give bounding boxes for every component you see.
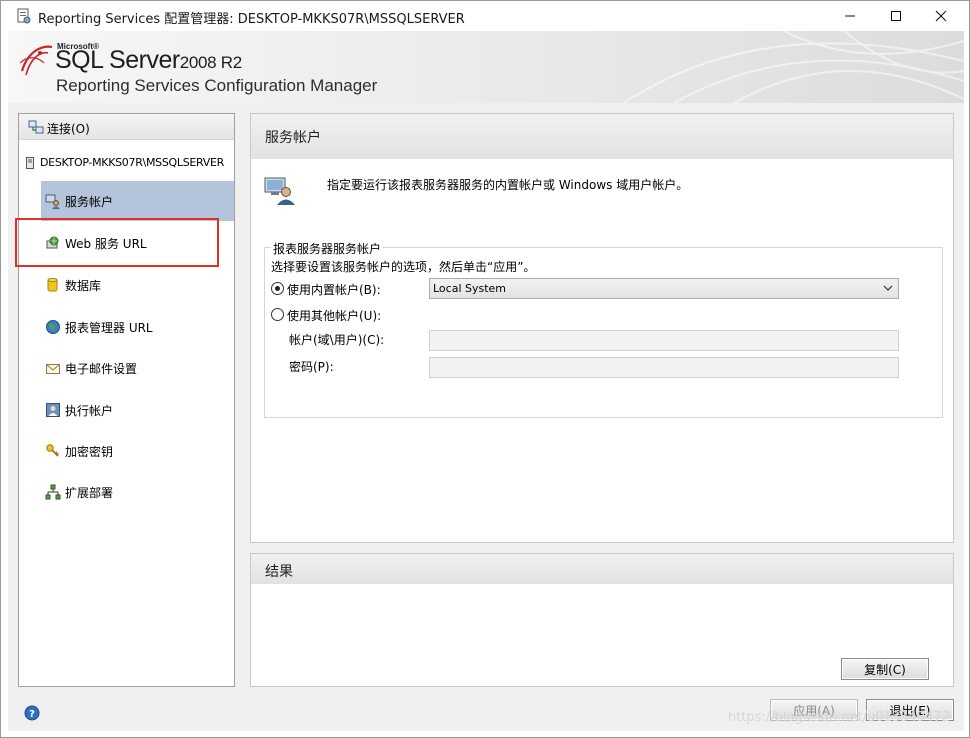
sidebar-item-label: 数据库 (65, 278, 102, 293)
account-field-label: 帐户(域\用户)(C): (289, 333, 385, 347)
sidebar-item-label: 服务帐户 (65, 194, 114, 209)
results-panel: 结果 复制(C) (250, 553, 954, 687)
account-field[interactable] (429, 330, 899, 351)
connect-label: 连接(O) (47, 122, 90, 136)
maximize-button[interactable] (873, 1, 919, 31)
builtin-account-radio[interactable] (271, 282, 284, 295)
results-header: 结果 (251, 554, 953, 584)
service-account-icon (45, 194, 60, 209)
sidebar-item-label: 电子邮件设置 (65, 361, 138, 376)
minimize-button[interactable] (827, 1, 873, 31)
copy-button[interactable]: 复制(C) (841, 658, 929, 680)
groupbox-instruction: 选择要设置该服务帐户的选项，然后单击“应用”。 (271, 260, 536, 274)
maximize-icon (891, 11, 901, 21)
sidebar-item-label: 执行帐户 (65, 403, 114, 418)
sidebar-item-email-settings[interactable]: 电子邮件设置 (41, 348, 234, 388)
window-title: Reporting Services 配置管理器: DESKTOP-MKKS07… (38, 12, 465, 27)
exit-button[interactable]: 退出(E) (866, 699, 954, 721)
sidebar-item-report-manager-url[interactable]: 报表管理器 URL (41, 307, 234, 347)
password-field-label: 密码(P): (289, 360, 334, 374)
sidebar-item-scale-out-deployment[interactable]: 扩展部署 (41, 472, 234, 512)
close-button[interactable] (918, 1, 964, 31)
sidebar-item-label: 报表管理器 URL (65, 320, 153, 335)
page-description: 指定要运行该报表服务器服务的内置帐户或 Windows 域用户帐户。 (327, 178, 689, 192)
panel-header: 服务帐户 (251, 114, 953, 159)
password-field[interactable] (429, 357, 899, 378)
apply-button[interactable]: 应用(A) (770, 699, 858, 721)
database-icon (47, 278, 58, 292)
server-node[interactable]: DESKTOP-MKKS07R\MSSQLSERVER (26, 156, 224, 169)
product-name: SQL Server2008 R2 (55, 46, 242, 75)
sidebar-item-label: 加密密钥 (65, 444, 114, 459)
sidebar-item-database[interactable]: 数据库 (41, 265, 234, 305)
navigation-pane: 连接(O) DESKTOP-MKKS07R\MSSQLSERVER 服务帐户 W… (18, 113, 235, 687)
banner-swirl-graphic (623, 31, 964, 103)
help-icon[interactable]: ? (24, 705, 40, 721)
connect-button[interactable]: 连接(O) (19, 114, 234, 140)
close-icon (935, 10, 947, 22)
results-title: 结果 (265, 564, 293, 580)
product-banner: Microsoft® SQL Server2008 R2 Reporting S… (8, 31, 964, 103)
page-title: 服务帐户 (265, 130, 321, 146)
chevron-down-icon (883, 285, 893, 291)
key-icon (46, 444, 60, 457)
email-icon (46, 364, 60, 374)
sidebar-item-label: 扩展部署 (65, 485, 114, 500)
other-account-label: 使用其他帐户(U): (287, 309, 382, 323)
globe-icon (46, 320, 60, 334)
service-account-panel: 服务帐户 指定要运行该报表服务器服务的内置帐户或 Windows 域用户帐户。 … (250, 113, 954, 543)
banner-subtitle: Reporting Services Configuration Manager (56, 76, 378, 95)
content-area: 连接(O) DESKTOP-MKKS07R\MSSQLSERVER 服务帐户 W… (8, 103, 964, 731)
builtin-account-value: Local System (433, 282, 507, 295)
groupbox-title: 报表服务器服务帐户 (271, 240, 384, 257)
builtin-account-label: 使用内置帐户(B): (287, 283, 381, 297)
sidebar-item-service-account[interactable]: 服务帐户 (41, 181, 234, 221)
product-label: SQL Server (55, 46, 180, 74)
title-bar: Reporting Services 配置管理器: DESKTOP-MKKS07… (1, 1, 969, 31)
server-label: DESKTOP-MKKS07R\MSSQLSERVER (40, 156, 224, 169)
svg-text:?: ? (29, 709, 35, 720)
execution-account-icon (46, 403, 60, 417)
minimize-icon (845, 15, 855, 17)
scale-out-icon (45, 484, 61, 500)
config-manager-window: Reporting Services 配置管理器: DESKTOP-MKKS07… (0, 0, 970, 738)
sidebar-item-execution-account[interactable]: 执行帐户 (41, 390, 234, 430)
app-icon (17, 8, 31, 24)
product-version: 2008 R2 (179, 53, 242, 72)
other-account-radio[interactable] (271, 308, 284, 321)
builtin-account-select[interactable]: Local System (429, 278, 899, 299)
service-account-large-icon (264, 177, 295, 205)
connect-icon (28, 120, 44, 134)
sidebar-item-encryption-keys[interactable]: 加密密钥 (41, 431, 234, 471)
sql-server-logo-icon (19, 45, 53, 76)
server-icon (26, 156, 34, 169)
highlight-annotation-box (15, 218, 219, 267)
